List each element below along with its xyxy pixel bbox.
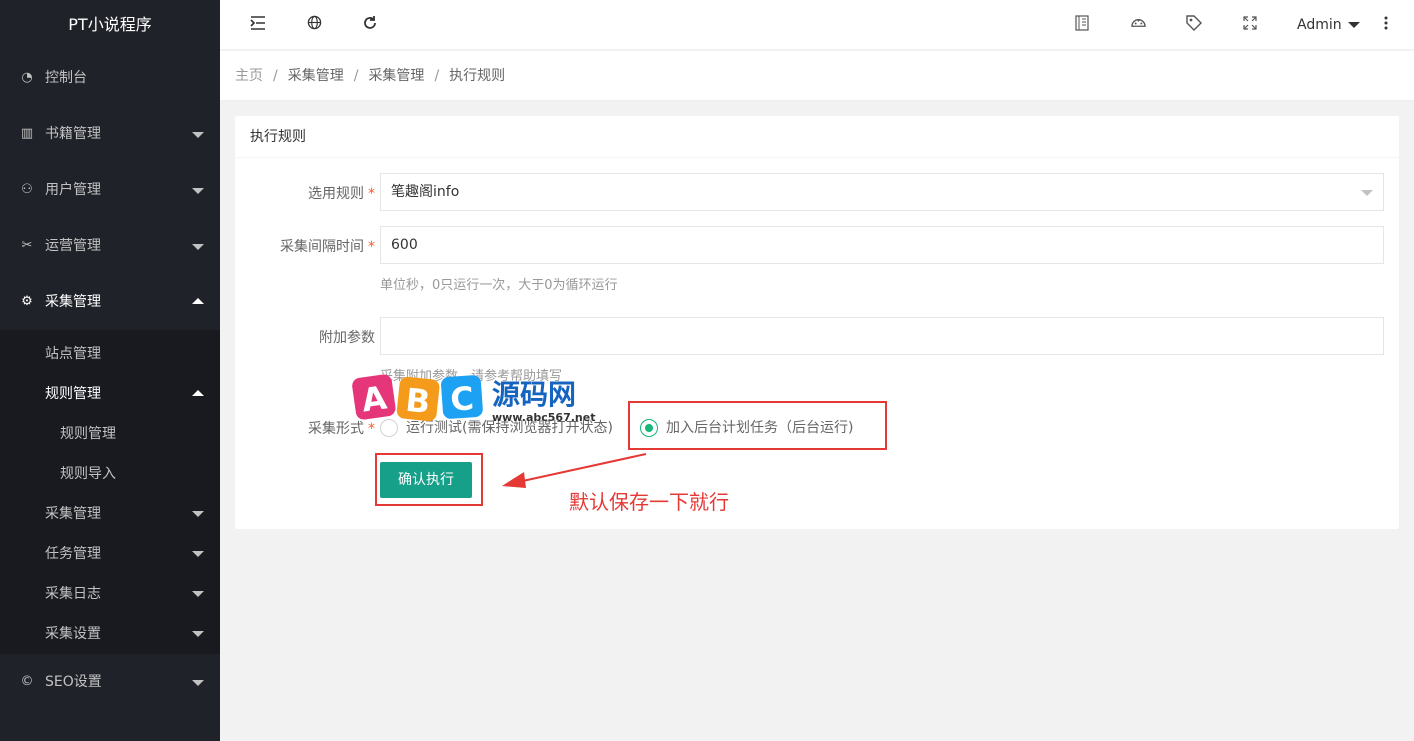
more-icon[interactable] — [1376, 15, 1396, 35]
sidebar-item-collect[interactable]: ⚙ 采集管理 — [0, 274, 220, 330]
chevron-down-icon — [192, 244, 204, 250]
rule-label: 选用规则 * — [308, 186, 375, 202]
sidebar-item-label: SEO设置 — [45, 674, 102, 690]
interval-input[interactable]: 600 — [380, 226, 1384, 264]
interval-hint: 单位秒，0只运行一次，大于0为循环运行 — [380, 278, 618, 293]
chevron-down-icon — [192, 511, 204, 517]
collect-submenu: 站点管理 规则管理 规则管理 规则导入 采集管理 任务管理 采集日志 采集设置 — [0, 330, 220, 654]
seo-icon: © — [20, 674, 34, 689]
sidebar-item-users[interactable]: ⚇ 用户管理 — [0, 162, 220, 218]
breadcrumb-home[interactable]: 主页 — [235, 68, 263, 84]
chevron-up-icon — [192, 298, 204, 304]
chevron-down-icon — [192, 188, 204, 194]
sidebar-item-label: 采集日志 — [45, 586, 101, 602]
theme-icon[interactable] — [1128, 15, 1148, 35]
fullscreen-icon[interactable] — [1240, 15, 1260, 35]
user-icon: ⚇ — [21, 182, 33, 197]
refresh-icon[interactable] — [360, 15, 380, 35]
annotation-note: 默认保存一下就行 — [569, 490, 729, 514]
sidebar-item-books[interactable]: ▥ 书籍管理 — [0, 106, 220, 162]
breadcrumb-item[interactable]: 采集管理 — [288, 68, 344, 84]
breadcrumb-item[interactable]: 采集管理 — [368, 68, 424, 84]
annotation-box-button — [375, 453, 483, 506]
chevron-down-icon — [1347, 22, 1360, 28]
dashboard-icon: ◔ — [21, 70, 33, 85]
sidebar-item-label: 控制台 — [45, 70, 87, 86]
sidebar-item-label: 书籍管理 — [45, 126, 101, 142]
menu-fold-icon[interactable] — [248, 15, 268, 35]
top-header: Admin — [220, 0, 1414, 50]
sidebar-item-collect-manage[interactable]: 采集管理 — [0, 494, 220, 534]
gear-icon: ⚙ — [21, 294, 33, 309]
globe-icon[interactable] — [304, 15, 324, 35]
sidebar-item-label: 规则管理 — [45, 386, 101, 402]
param-input[interactable] — [380, 317, 1384, 355]
annotation-arrow — [502, 453, 647, 488]
sidebar-item-label: 任务管理 — [45, 546, 101, 562]
rule-select-value: 笔趣阁info — [391, 184, 460, 200]
sidebar-item-label: 采集设置 — [45, 626, 101, 642]
sidebar-item-label: 用户管理 — [45, 182, 101, 198]
chevron-down-icon — [192, 631, 204, 637]
user-menu[interactable]: Admin — [1297, 0, 1360, 50]
svg-text:源码网: 源码网 — [492, 378, 576, 411]
interval-label: 采集间隔时间 * — [280, 239, 375, 255]
sidebar-item-dashboard[interactable]: ◔ 控制台 — [0, 50, 220, 106]
chevron-down-icon — [192, 551, 204, 557]
sidebar-item-rules-import[interactable]: 规则导入 — [0, 454, 220, 494]
sidebar-item-rules-manage[interactable]: 规则管理 — [0, 414, 220, 454]
sidebar-item-label: 采集管理 — [45, 506, 101, 522]
chevron-down-icon — [192, 132, 204, 138]
chevron-down-icon — [1361, 190, 1373, 196]
annotation-box-radio — [628, 401, 887, 450]
sidebar-item-seo[interactable]: © SEO设置 — [0, 654, 220, 710]
card-title: 执行规则 — [235, 116, 1399, 158]
svg-text:B: B — [404, 381, 432, 421]
sidebar-item-station[interactable]: 站点管理 — [0, 334, 220, 374]
breadcrumb-current: 执行规则 — [449, 68, 506, 84]
tag-icon[interactable] — [1184, 15, 1204, 35]
sidebar-item-logs[interactable]: 采集日志 — [0, 574, 220, 614]
sidebar-item-label: 采集管理 — [45, 294, 101, 310]
sidebar: PT小说程序 ◔ 控制台 ▥ 书籍管理 ⚇ 用户管理 ✂ 运营管理 ⚙ 采集管理… — [0, 0, 220, 741]
param-label: 附加参数 — [319, 330, 375, 346]
app-logo[interactable]: PT小说程序 — [0, 0, 220, 50]
chevron-up-icon — [192, 390, 204, 396]
chevron-down-icon — [192, 680, 204, 686]
user-name: Admin — [1297, 17, 1342, 33]
operations-icon: ✂ — [21, 238, 33, 253]
watermark-url: www.abc567.net — [492, 411, 596, 424]
book-icon: ▥ — [20, 126, 34, 141]
sidebar-item-settings[interactable]: 采集设置 — [0, 614, 220, 654]
rule-select[interactable]: 笔趣阁info — [380, 173, 1384, 211]
sidebar-item-rules[interactable]: 规则管理 — [0, 374, 220, 414]
sidebar-item-operations[interactable]: ✂ 运营管理 — [0, 218, 220, 274]
sidebar-item-tasks[interactable]: 任务管理 — [0, 534, 220, 574]
chevron-down-icon — [192, 591, 204, 597]
svg-text:C: C — [449, 379, 475, 419]
note-icon[interactable] — [1072, 15, 1092, 35]
sidebar-item-label: 运营管理 — [45, 238, 101, 254]
breadcrumb: 主页 / 采集管理 / 采集管理 / 执行规则 — [220, 51, 1414, 101]
